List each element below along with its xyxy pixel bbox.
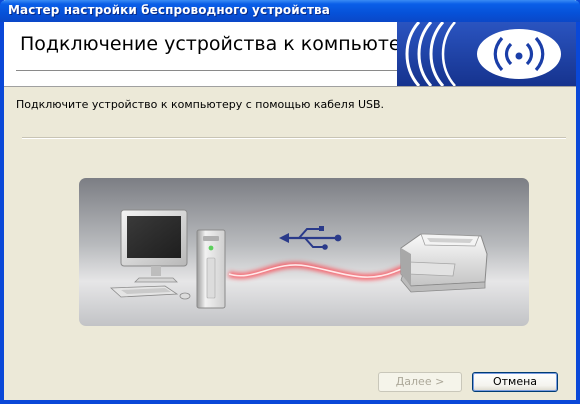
page-title: Подключение устройства к компьютеру xyxy=(20,33,424,55)
wizard-window: Мастер настройки беспроводного устройств… xyxy=(0,0,580,404)
instruction-text: Подключите устройство к компьютеру с пом… xyxy=(16,98,385,111)
title-bar[interactable]: Мастер настройки беспроводного устройств… xyxy=(0,0,580,22)
header-underline xyxy=(16,70,398,71)
wizard-header: Подключение устройства к компьютеру xyxy=(4,22,576,87)
cancel-button[interactable]: Отмена xyxy=(472,372,558,392)
separator-line xyxy=(22,137,566,139)
window-title: Мастер настройки беспроводного устройств… xyxy=(8,3,330,17)
printer-icon xyxy=(400,233,488,293)
wireless-signal-icon xyxy=(397,22,576,86)
usb-connection-illustration xyxy=(79,178,529,326)
next-button[interactable]: Далее > xyxy=(378,372,462,392)
